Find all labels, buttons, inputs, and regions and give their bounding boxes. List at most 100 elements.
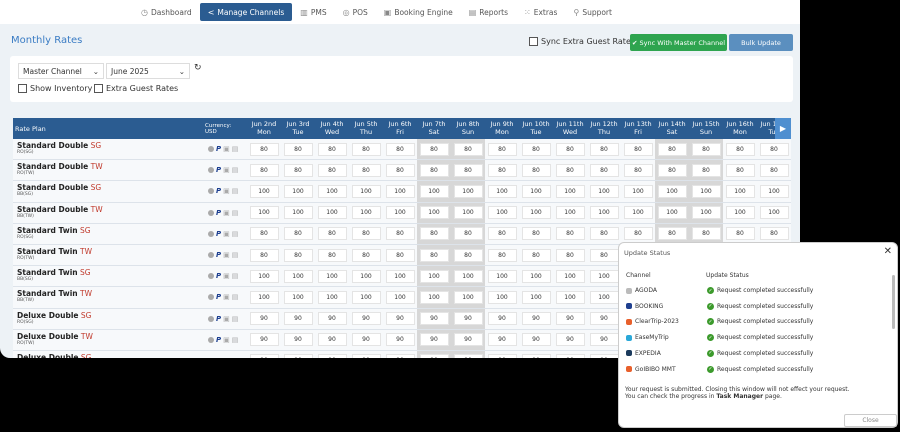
rate-input[interactable]: 80	[283, 163, 313, 177]
nav-item-pos[interactable]: ◎ POS	[335, 3, 376, 21]
rate-input[interactable]: 80	[419, 142, 449, 156]
rate-input[interactable]: 90	[487, 312, 517, 326]
paste-icon[interactable]: ▤	[232, 293, 239, 301]
rate-input[interactable]: 80	[385, 142, 415, 156]
rate-input[interactable]: 90	[351, 354, 381, 358]
rate-input[interactable]: 80	[555, 248, 585, 262]
rate-input[interactable]: 80	[453, 227, 483, 241]
pricing-icon[interactable]: P	[216, 251, 221, 259]
rate-input[interactable]: 80	[589, 163, 619, 177]
rate-input[interactable]: 90	[521, 354, 551, 358]
sync-extra-guest-rates-checkbox[interactable]: Sync Extra Guest Rates	[529, 37, 635, 46]
rate-input[interactable]: 80	[453, 163, 483, 177]
rate-input[interactable]: 90	[385, 312, 415, 326]
copy-icon[interactable]: ▣	[223, 272, 230, 280]
rate-input[interactable]: 80	[249, 142, 279, 156]
rate-input[interactable]: 90	[351, 312, 381, 326]
paste-icon[interactable]: ▤	[232, 315, 239, 323]
rate-input[interactable]: 80	[555, 163, 585, 177]
rate-input[interactable]: 80	[725, 142, 755, 156]
pricing-icon[interactable]: P	[216, 145, 221, 153]
status-dot-icon[interactable]	[208, 252, 214, 259]
rate-input[interactable]: 100	[589, 206, 619, 220]
rate-input[interactable]: 80	[555, 142, 585, 156]
rate-input[interactable]: 90	[487, 333, 517, 347]
rate-input[interactable]: 90	[249, 333, 279, 347]
rate-input[interactable]: 100	[725, 206, 755, 220]
rate-input[interactable]: 80	[317, 227, 347, 241]
rate-input[interactable]: 100	[385, 184, 415, 198]
rate-input[interactable]: 100	[589, 290, 619, 304]
rate-input[interactable]: 100	[249, 269, 279, 283]
rate-input[interactable]: 100	[487, 184, 517, 198]
show-inventory-checkbox[interactable]: Show Inventory	[18, 84, 92, 93]
nav-item-reports[interactable]: ▤ Reports	[461, 3, 516, 21]
rate-input[interactable]: 90	[453, 312, 483, 326]
rate-input[interactable]: 80	[419, 248, 449, 262]
rate-input[interactable]: 80	[691, 227, 721, 241]
nav-item-extras[interactable]: ⁙ Extras	[516, 3, 565, 21]
rate-input[interactable]: 80	[487, 227, 517, 241]
rate-input[interactable]: 100	[657, 184, 687, 198]
rate-input[interactable]: 100	[487, 206, 517, 220]
nav-item-pms[interactable]: ▥ PMS	[292, 3, 334, 21]
rate-input[interactable]: 80	[249, 227, 279, 241]
rate-input[interactable]: 80	[419, 227, 449, 241]
scrollbar[interactable]	[892, 275, 895, 329]
rate-input[interactable]: 100	[419, 184, 449, 198]
rate-input[interactable]: 80	[317, 142, 347, 156]
rate-input[interactable]: 80	[487, 163, 517, 177]
rate-input[interactable]: 90	[487, 354, 517, 358]
rate-input[interactable]: 90	[419, 333, 449, 347]
rate-input[interactable]: 90	[521, 333, 551, 347]
rate-input[interactable]: 100	[385, 206, 415, 220]
rate-input[interactable]: 90	[555, 354, 585, 358]
rate-input[interactable]: 100	[623, 206, 653, 220]
rate-input[interactable]: 100	[283, 290, 313, 304]
rate-input[interactable]: 90	[521, 312, 551, 326]
rate-input[interactable]: 90	[419, 312, 449, 326]
rate-input[interactable]: 100	[453, 206, 483, 220]
rate-input[interactable]: 80	[623, 142, 653, 156]
rate-input[interactable]: 80	[487, 142, 517, 156]
status-dot-icon[interactable]	[208, 167, 214, 174]
rate-input[interactable]: 100	[419, 206, 449, 220]
rate-input[interactable]: 100	[317, 206, 347, 220]
rate-input[interactable]: 100	[487, 269, 517, 283]
rate-input[interactable]: 80	[249, 248, 279, 262]
rate-input[interactable]: 80	[725, 227, 755, 241]
copy-icon[interactable]: ▣	[223, 315, 230, 323]
rate-input[interactable]: 90	[385, 333, 415, 347]
pricing-icon[interactable]: P	[216, 230, 221, 238]
rate-input[interactable]: 80	[691, 163, 721, 177]
close-icon[interactable]: ✕	[884, 246, 892, 257]
month-select[interactable]: June 2025 ⌄	[106, 63, 190, 79]
copy-icon[interactable]: ▣	[223, 357, 230, 358]
status-dot-icon[interactable]	[208, 273, 214, 280]
rate-input[interactable]: 100	[555, 206, 585, 220]
rate-input[interactable]: 100	[351, 184, 381, 198]
copy-icon[interactable]: ▣	[223, 166, 230, 174]
rate-input[interactable]: 80	[725, 163, 755, 177]
rate-input[interactable]: 100	[521, 184, 551, 198]
status-dot-icon[interactable]	[208, 315, 214, 322]
rate-input[interactable]: 100	[283, 269, 313, 283]
copy-icon[interactable]: ▣	[223, 230, 230, 238]
rate-input[interactable]: 90	[589, 354, 619, 358]
rate-input[interactable]: 100	[317, 290, 347, 304]
rate-input[interactable]: 100	[521, 290, 551, 304]
rate-input[interactable]: 100	[589, 184, 619, 198]
rate-input[interactable]: 80	[521, 227, 551, 241]
next-arrow-icon[interactable]: ▶	[775, 118, 791, 139]
rate-input[interactable]: 80	[759, 163, 789, 177]
paste-icon[interactable]: ▤	[232, 209, 239, 217]
rate-input[interactable]: 80	[555, 227, 585, 241]
rate-input[interactable]: 80	[657, 142, 687, 156]
rate-input[interactable]: 80	[249, 163, 279, 177]
rate-input[interactable]: 80	[283, 248, 313, 262]
rate-input[interactable]: 80	[385, 227, 415, 241]
rate-input[interactable]: 80	[283, 142, 313, 156]
pricing-icon[interactable]: P	[216, 209, 221, 217]
copy-icon[interactable]: ▣	[223, 187, 230, 195]
rate-input[interactable]: 80	[351, 248, 381, 262]
